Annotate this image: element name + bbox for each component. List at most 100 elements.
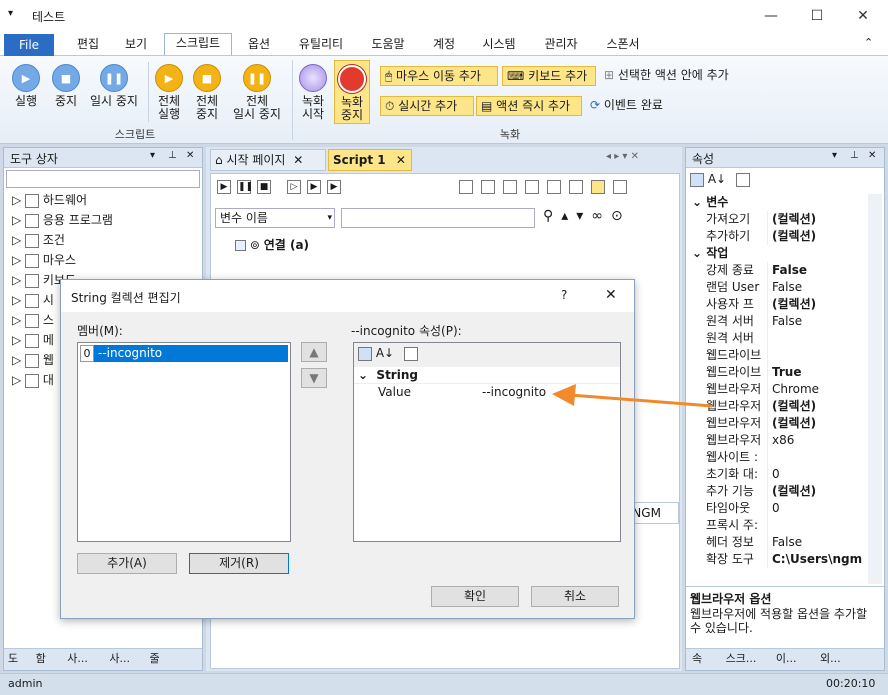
tree-item[interactable]: ▷ 응용 프로그램 xyxy=(12,210,202,230)
sort-alpha-icon[interactable]: A↓ xyxy=(376,346,394,360)
menu-file[interactable]: File xyxy=(4,34,54,56)
scrollbar[interactable] xyxy=(868,194,882,584)
add-in-action-button[interactable]: ⊞ 선택한 액션 안에 추가 xyxy=(600,66,750,86)
pin-icon[interactable]: ⊥ xyxy=(850,150,859,161)
search-icon[interactable] xyxy=(569,180,583,194)
monitor-icon[interactable] xyxy=(613,180,627,194)
menu-edit[interactable]: 편집 xyxy=(64,35,112,55)
property-row[interactable]: 추가하기 (컬렉션) xyxy=(686,228,870,245)
category-row[interactable]: ⌄ 작업 xyxy=(686,245,870,262)
tab-script[interactable]: 스크... xyxy=(726,652,757,665)
record-stop-button[interactable]: 녹화 중지 xyxy=(334,60,370,124)
menu-help[interactable]: 도움말 xyxy=(362,35,414,55)
menu-script[interactable]: 스크립트 xyxy=(164,33,232,55)
pause-all-button[interactable]: ❚❚ 전체 일시 중지 xyxy=(228,64,286,121)
property-row[interactable]: 가져오기 (컬렉션) xyxy=(686,211,870,228)
script-node[interactable]: ⊚ 연결 (a) xyxy=(235,236,309,253)
property-pages-icon[interactable] xyxy=(403,346,418,361)
property-row[interactable]: 타임아웃 0 xyxy=(686,500,870,517)
property-row[interactable]: 초기화 대: 0 xyxy=(686,466,870,483)
tab-script-1[interactable]: Script 1 ✕ xyxy=(328,149,412,171)
stop-icon[interactable]: ■ xyxy=(257,180,271,194)
tab-toolbox[interactable]: 도 xyxy=(8,652,18,665)
property-row[interactable]: 웹브라우저 x86 xyxy=(686,432,870,449)
dropdown-icon[interactable]: ▾ xyxy=(150,150,155,161)
checkbox-icon[interactable] xyxy=(235,240,246,251)
search-nav[interactable]: ⚲▴▾∞⊙ xyxy=(543,208,631,224)
tree-view-icon[interactable] xyxy=(591,180,605,194)
add-mouse-move-button[interactable]: 🖱 마우스 이동 추가 xyxy=(380,66,498,86)
menu-utility[interactable]: 유틸리티 xyxy=(290,35,352,55)
collapse-ribbon-icon[interactable]: ⌃ xyxy=(864,36,873,49)
toolbox-search-input[interactable] xyxy=(6,170,200,188)
menu-view[interactable]: 보기 xyxy=(112,35,160,55)
event-done-button[interactable]: ⟳ 이벤트 완료 xyxy=(586,96,686,116)
tree-item[interactable]: ▷ 마우스 xyxy=(12,250,202,270)
list-item[interactable]: 0 --incognito xyxy=(80,345,288,362)
variable-dropdown[interactable]: 변수 이름 ▾ xyxy=(215,208,335,228)
close-icon[interactable]: ✕ xyxy=(293,153,303,167)
menu-admin[interactable]: 관리자 xyxy=(534,35,588,55)
property-row[interactable]: 헤더 정보 False xyxy=(686,534,870,551)
property-pages-icon[interactable] xyxy=(735,172,750,187)
cancel-button[interactable]: 취소 xyxy=(531,586,619,607)
menu-options[interactable]: 옵션 xyxy=(236,35,282,55)
maximize-button[interactable]: ☐ xyxy=(802,6,832,26)
property-row[interactable]: 웹드라이브 xyxy=(686,347,870,364)
variable-search-input[interactable] xyxy=(341,208,535,228)
categorized-icon[interactable] xyxy=(690,172,704,187)
tab-functions[interactable]: 함 xyxy=(36,652,46,665)
dialog-close-button[interactable]: ✕ xyxy=(605,287,617,303)
minimize-button[interactable]: — xyxy=(756,6,786,26)
property-row[interactable]: 사용자 프 (컬렉션) xyxy=(686,296,870,313)
run-all-button[interactable]: ▶ 전체 실행 xyxy=(152,64,186,121)
check-icon[interactable] xyxy=(525,180,539,194)
bulb-icon[interactable] xyxy=(459,180,473,194)
property-row[interactable]: 프록시 주: xyxy=(686,517,870,534)
property-row[interactable]: 강제 종료 False xyxy=(686,262,870,279)
property-row[interactable]: 랜덤 User False xyxy=(686,279,870,296)
property-row[interactable]: 확장 도구 C:\Users\ngm xyxy=(686,551,870,568)
close-button[interactable]: ✕ xyxy=(848,6,878,26)
add-button[interactable]: 추가(A) xyxy=(77,553,177,574)
record-start-button[interactable]: 녹화 시작 xyxy=(296,64,330,121)
quick-access-icon[interactable]: ▾ xyxy=(8,8,13,19)
close-icon[interactable]: ✕ xyxy=(186,150,194,161)
step-icon[interactable]: ▷ xyxy=(287,180,301,194)
run-button[interactable]: ▶ 실행 xyxy=(6,64,46,108)
move-up-button[interactable]: ▲ xyxy=(301,342,327,362)
add-action-now-button[interactable]: ▤ 액션 즉시 추가 xyxy=(476,96,582,116)
close-icon[interactable]: ✕ xyxy=(868,150,876,161)
stop-all-button[interactable]: ■ 전체 중지 xyxy=(190,64,224,121)
tab-external[interactable]: 외... xyxy=(820,652,841,665)
tab-user-func[interactable]: 사... xyxy=(109,652,130,665)
menu-sponsor[interactable]: 스폰서 xyxy=(596,35,650,55)
tab-lines[interactable]: 줄 xyxy=(150,652,160,665)
stop-button[interactable]: ■ 중지 xyxy=(46,64,86,108)
help-button[interactable]: ? xyxy=(561,288,567,302)
tab-properties[interactable]: 속 xyxy=(692,652,702,665)
close-icon[interactable]: ✕ xyxy=(396,153,406,167)
tab-nav[interactable]: ◂ ▸ ▾ ✕ xyxy=(606,151,639,162)
sort-alpha-icon[interactable]: A↓ xyxy=(708,172,726,186)
tab-image[interactable]: 이... xyxy=(776,652,797,665)
category-row[interactable]: ⌄ 변수 xyxy=(686,194,870,211)
property-row[interactable]: 원격 서버 False xyxy=(686,313,870,330)
delete-icon[interactable] xyxy=(547,180,561,194)
remove-button[interactable]: 제거(R) xyxy=(189,553,289,574)
menu-system[interactable]: 시스템 xyxy=(474,35,524,55)
pause-button[interactable]: ❚❚ 일시 중지 xyxy=(86,64,142,108)
pin-icon[interactable]: ⊥ xyxy=(168,150,177,161)
checkbox-icon[interactable] xyxy=(503,180,517,194)
categorized-icon[interactable] xyxy=(358,346,372,361)
edit-icon[interactable] xyxy=(481,180,495,194)
property-row[interactable]: 추가 기능 (컬렉션) xyxy=(686,483,870,500)
step-over-icon[interactable]: ▶ xyxy=(307,180,321,194)
ok-button[interactable]: 확인 xyxy=(431,586,519,607)
step-into-icon[interactable]: ▶ xyxy=(327,180,341,194)
tree-item[interactable]: ▷ 조건 xyxy=(12,230,202,250)
tab-user[interactable]: 사... xyxy=(67,652,88,665)
menu-account[interactable]: 계정 xyxy=(420,35,468,55)
property-row[interactable]: 원격 서버 xyxy=(686,330,870,347)
tree-item[interactable]: ▷ 하드웨어 xyxy=(12,190,202,210)
